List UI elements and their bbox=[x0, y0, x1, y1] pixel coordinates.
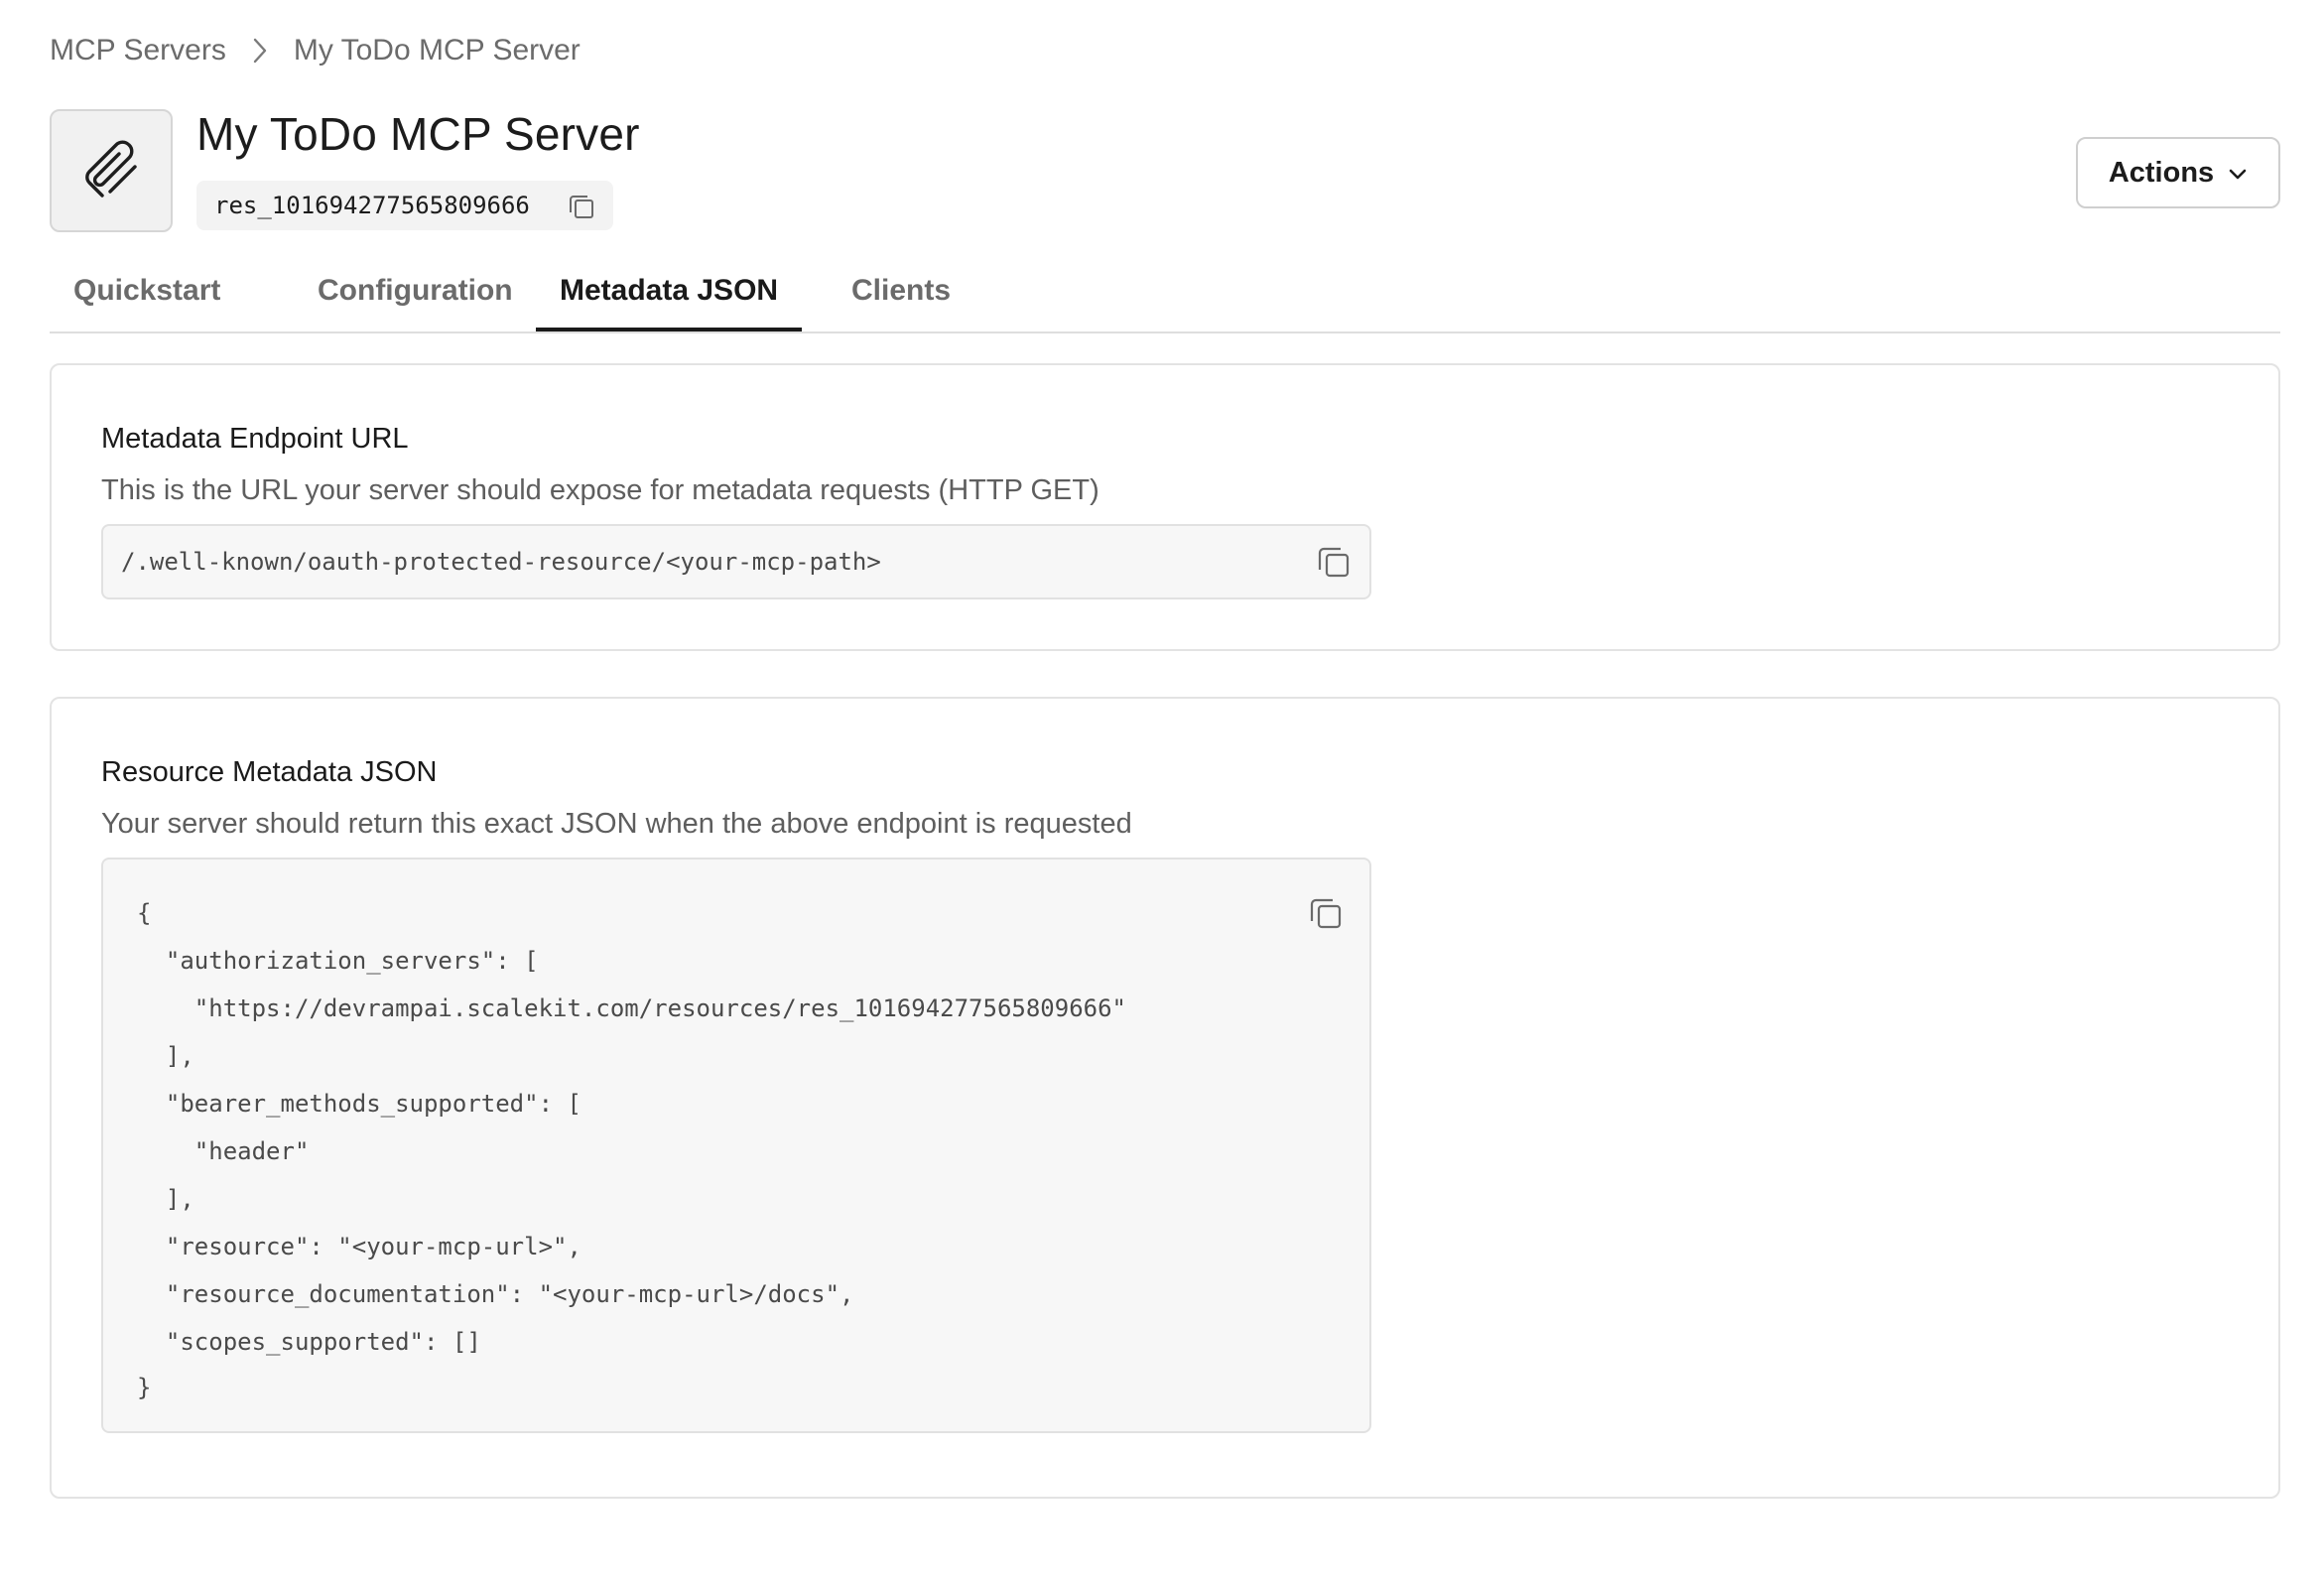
code-line: "https://devrampai.scalekit.com/resource… bbox=[137, 994, 1126, 1022]
metadata-endpoint-url-field: /.well-known/oauth-protected-resource/<y… bbox=[101, 524, 1371, 599]
metadata-endpoint-card: Metadata Endpoint URL This is the URL yo… bbox=[50, 363, 2280, 651]
code-line: "scopes_supported": [] bbox=[137, 1328, 481, 1356]
metadata-endpoint-title: Metadata Endpoint URL bbox=[101, 423, 409, 455]
resource-id-chip: res_101694277565809666 bbox=[196, 181, 613, 230]
resource-id: res_101694277565809666 bbox=[214, 192, 530, 219]
code-line: "resource": "<your-mcp-url>", bbox=[137, 1233, 581, 1260]
copy-icon[interactable] bbox=[1314, 542, 1354, 587]
code-line: } bbox=[137, 1374, 152, 1401]
breadcrumb-current: My ToDo MCP Server bbox=[293, 34, 581, 66]
code-line: "bearer_methods_supported": [ bbox=[137, 1090, 581, 1118]
paperclip-icon bbox=[78, 136, 144, 206]
server-avatar bbox=[50, 109, 173, 232]
tab-quickstart[interactable]: Quickstart bbox=[50, 274, 244, 330]
tab-clients[interactable]: Clients bbox=[828, 274, 974, 330]
copy-icon[interactable] bbox=[566, 191, 597, 227]
resource-metadata-title: Resource Metadata JSON bbox=[101, 756, 438, 788]
breadcrumb: MCP Servers My ToDo MCP Server bbox=[50, 34, 581, 67]
code-line: "resource_documentation": "<your-mcp-url… bbox=[137, 1280, 854, 1308]
resource-metadata-description: Your server should return this exact JSO… bbox=[101, 808, 1132, 840]
actions-button-label: Actions bbox=[2108, 156, 2215, 189]
code-line: ], bbox=[137, 1185, 194, 1213]
resource-metadata-code-block: { "authorization_servers": [ "https://de… bbox=[101, 858, 1371, 1433]
code-line: "authorization_servers": [ bbox=[137, 947, 539, 975]
tab-metadata-json[interactable]: Metadata JSON bbox=[536, 274, 803, 331]
page: MCP Servers My ToDo MCP Server My ToDo M… bbox=[0, 0, 2324, 1588]
breadcrumb-mcp-servers-link[interactable]: MCP Servers bbox=[50, 34, 226, 67]
code-line: "header" bbox=[137, 1137, 310, 1165]
code-line: ], bbox=[137, 1042, 194, 1070]
page-title: My ToDo MCP Server bbox=[196, 108, 640, 160]
chevron-right-icon bbox=[252, 37, 268, 65]
metadata-endpoint-url: /.well-known/oauth-protected-resource/<y… bbox=[121, 548, 881, 576]
tab-configuration[interactable]: Configuration bbox=[294, 274, 537, 330]
tab-bar: Quickstart Configuration Metadata JSON C… bbox=[50, 266, 2280, 333]
copy-icon[interactable] bbox=[1306, 893, 1346, 938]
code-line: { bbox=[137, 899, 152, 927]
actions-button[interactable]: Actions bbox=[2076, 137, 2280, 208]
metadata-endpoint-description: This is the URL your server should expos… bbox=[101, 474, 1099, 506]
resource-metadata-card: Resource Metadata JSON Your server shoul… bbox=[50, 697, 2280, 1499]
chevron-down-icon bbox=[2228, 157, 2248, 190]
